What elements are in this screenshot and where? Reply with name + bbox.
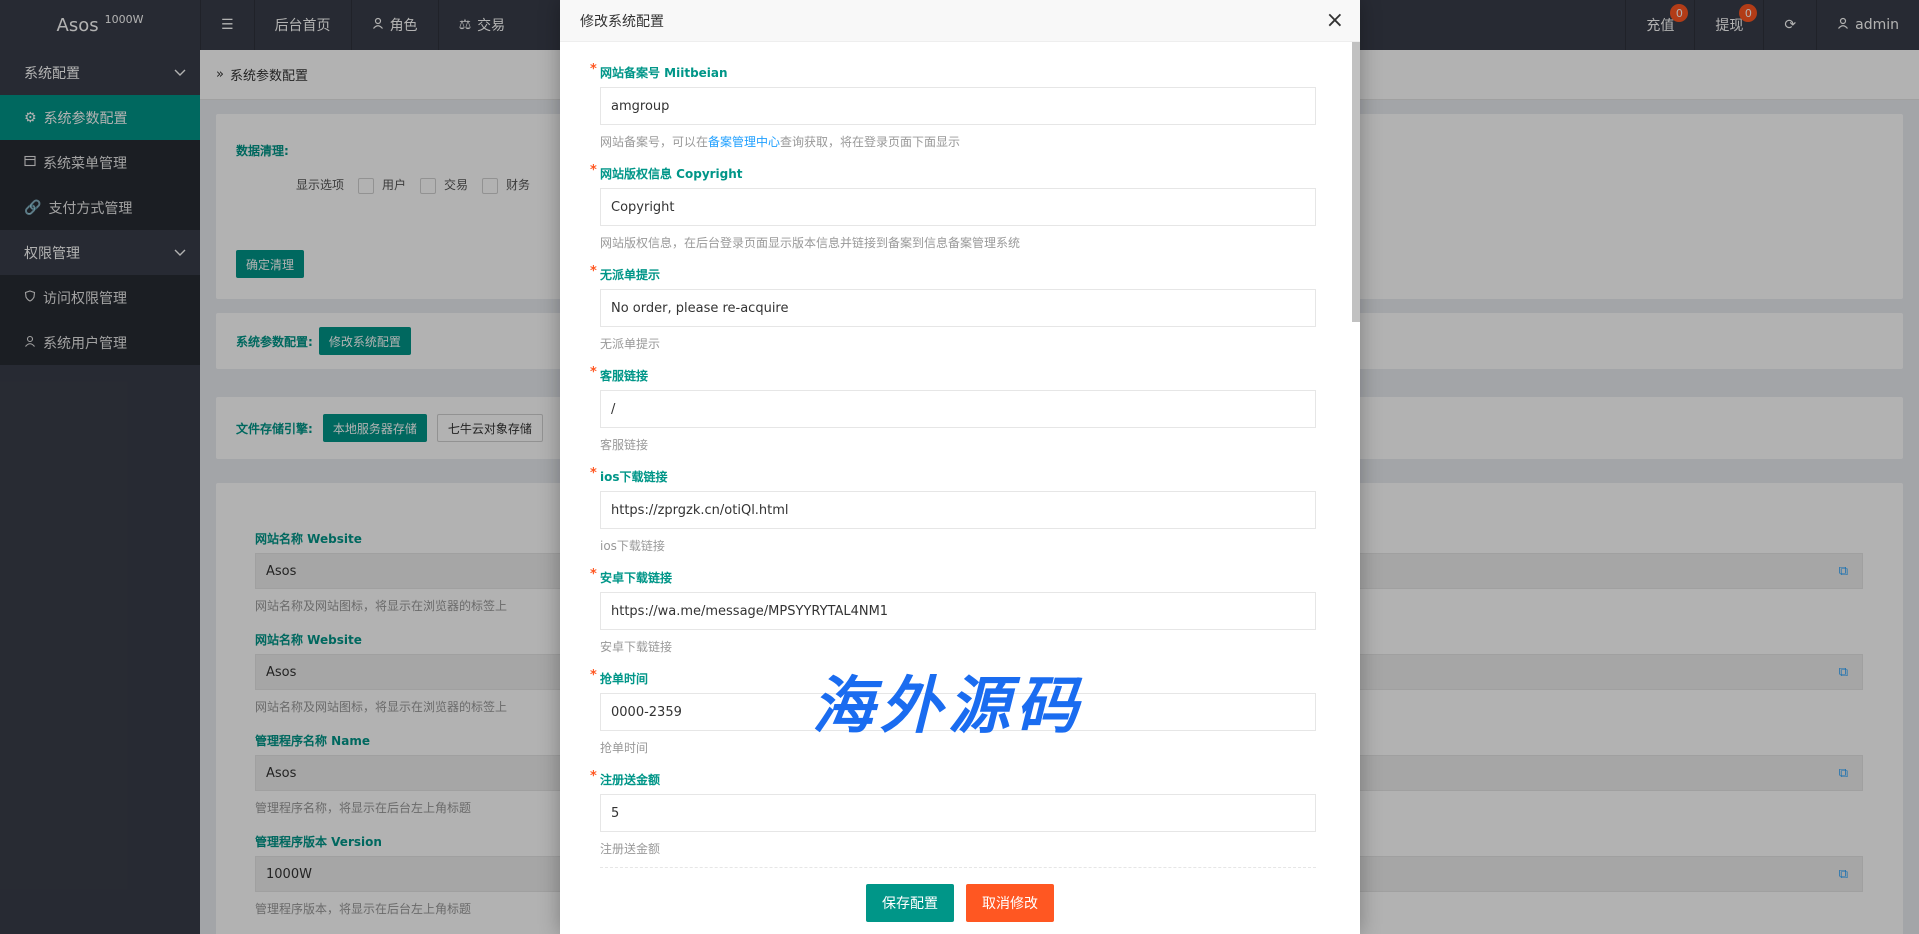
hint-text: 网站备案号，可以在 — [600, 135, 709, 149]
field-title: * 安卓下载链接 — [590, 567, 1316, 586]
field-title: * 网站版权信息 Copyright — [590, 163, 1316, 182]
field-hint: 网站版权信息，在后台登录页面显示版本信息并链接到备案到信息备案管理系统 — [600, 236, 1021, 250]
field-title-text: 客服链接 — [600, 369, 649, 383]
field-title: * 客服链接 — [590, 365, 1316, 384]
field-hint: ios下载链接 — [600, 539, 665, 553]
field-ios-link: * ios下载链接 https://zprgzk.cn/otiQl.html io… — [590, 466, 1316, 554]
no-order-tip-input[interactable]: No order, please re-acquire — [600, 289, 1316, 327]
copyright-input[interactable]: Copyright — [600, 188, 1316, 226]
field-register-bonus: * 注册送金额 5 注册送金额 — [590, 769, 1316, 857]
required-mark: * — [590, 264, 597, 279]
hint-text: 查询获取，将在登录页面下面显示 — [780, 135, 961, 149]
field-copyright: * 网站版权信息 Copyright Copyright 网站版权信息，在后台登录… — [590, 163, 1316, 251]
field-android-link: * 安卓下载链接 https://wa.me/message/MPSYYRYTAL… — [590, 567, 1316, 655]
field-title: * 无派单提示 — [590, 264, 1316, 283]
edit-config-modal: 修改系统配置 × * 网站备案号 Miitbeian amgroup 网站备案号，… — [560, 0, 1360, 934]
field-no-order-tip: * 无派单提示 No order, please re-acquire 无派单提示 — [590, 264, 1316, 352]
field-title: * 注册送金额 — [590, 769, 1316, 788]
beian-center-link[interactable]: 备案管理中心 — [708, 135, 780, 149]
service-link-input[interactable]: / — [600, 390, 1316, 428]
field-title-text: 注册送金额 — [600, 773, 661, 787]
watermark: 海外源码 — [812, 669, 1085, 742]
save-config-button[interactable]: 保存配置 — [866, 884, 954, 922]
field-service-link: * 客服链接 / 客服链接 — [590, 365, 1316, 453]
field-hint: 注册送金额 — [600, 842, 661, 856]
field-title-text: 无派单提示 — [600, 268, 661, 282]
required-mark: * — [590, 365, 597, 380]
field-hint: 客服链接 — [600, 438, 649, 452]
field-title-text: 抢单时间 — [600, 672, 649, 686]
required-mark: * — [590, 163, 597, 178]
field-title-text: 网站版权信息 Copyright — [600, 167, 743, 181]
required-mark: * — [590, 769, 597, 784]
required-mark: * — [590, 668, 597, 683]
field-miitbeian: * 网站备案号 Miitbeian amgroup 网站备案号，可以在备案管理中心… — [590, 62, 1316, 150]
field-title: * ios下载链接 — [590, 466, 1316, 485]
field-title: * 网站备案号 Miitbeian — [590, 62, 1316, 81]
close-icon[interactable]: × — [1326, 9, 1344, 32]
miitbeian-input[interactable]: amgroup — [600, 87, 1316, 125]
ios-link-input[interactable]: https://zprgzk.cn/otiQl.html — [600, 491, 1316, 529]
required-mark: * — [590, 62, 597, 77]
field-title-text: 安卓下载链接 — [600, 571, 673, 585]
field-title-text: ios下载链接 — [600, 470, 668, 484]
modal-header: 修改系统配置 × — [560, 0, 1360, 42]
cancel-edit-button[interactable]: 取消修改 — [966, 884, 1054, 922]
required-mark: * — [590, 466, 597, 481]
required-mark: * — [590, 567, 597, 582]
register-bonus-input[interactable]: 5 — [600, 794, 1316, 832]
field-hint: 网站备案号，可以在备案管理中心查询获取，将在登录页面下面显示 — [600, 133, 1316, 150]
modal-divider — [600, 867, 1316, 868]
modal-title: 修改系统配置 — [580, 13, 664, 30]
field-title-text: 网站备案号 Miitbeian — [600, 66, 728, 80]
android-link-input[interactable]: https://wa.me/message/MPSYYRYTAL4NM1 — [600, 592, 1316, 630]
field-hint: 安卓下载链接 — [600, 640, 673, 654]
field-hint: 无派单提示 — [600, 337, 661, 351]
modal-footer: 保存配置 取消修改 — [560, 884, 1360, 922]
